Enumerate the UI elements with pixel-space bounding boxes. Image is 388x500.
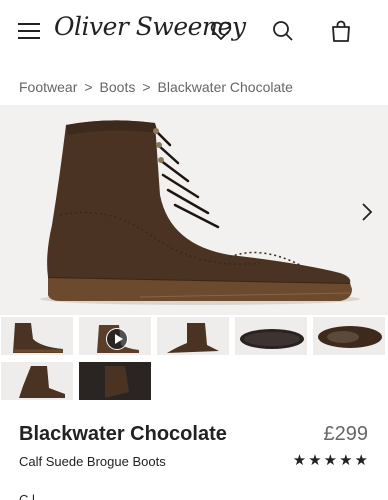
breadcrumb-separator: > — [84, 79, 93, 95]
search-icon[interactable] — [270, 18, 296, 44]
product-price: £299 — [323, 423, 369, 445]
shopping-bag-icon[interactable] — [328, 18, 354, 44]
breadcrumb: Footwear > Boots > Blackwater Chocolate — [19, 79, 293, 95]
breadcrumb-current[interactable]: Blackwater Chocolate — [158, 79, 293, 95]
boot-image — [40, 120, 360, 305]
chevron-right-icon[interactable] — [360, 201, 374, 223]
thumbnail-3[interactable] — [156, 316, 230, 356]
product-main-image[interactable] — [0, 105, 388, 315]
thumbnail-video[interactable] — [78, 316, 152, 356]
hamburger-menu-icon[interactable] — [18, 22, 40, 40]
next-section-label: C l — [19, 492, 35, 500]
star-icon: ★ — [354, 451, 368, 469]
thumbnail-6[interactable] — [0, 361, 74, 401]
breadcrumb-separator: > — [142, 79, 151, 95]
star-icon: ★ — [292, 451, 307, 469]
site-header: Oliver Sweeney — [0, 0, 388, 64]
product-title: Blackwater Chocolate — [19, 423, 227, 445]
play-icon[interactable] — [106, 328, 128, 350]
thumbnail-5[interactable] — [312, 316, 386, 356]
thumbnail-7[interactable] — [78, 361, 152, 401]
thumbnail-4[interactable] — [234, 316, 308, 356]
breadcrumb-footwear[interactable]: Footwear — [19, 79, 77, 95]
product-description: Calf Suede Brogue Boots — [19, 454, 166, 469]
star-icon: ★ — [339, 451, 353, 469]
breadcrumb-boots[interactable]: Boots — [100, 79, 136, 95]
thumbnail-strip — [0, 316, 388, 406]
thumbnail-1[interactable] — [0, 316, 74, 356]
rating-stars[interactable]: ★ ★ ★ ★ ★ — [293, 451, 368, 469]
star-icon: ★ — [308, 451, 322, 469]
heart-icon[interactable] — [208, 18, 234, 44]
star-icon: ★ — [323, 451, 338, 469]
